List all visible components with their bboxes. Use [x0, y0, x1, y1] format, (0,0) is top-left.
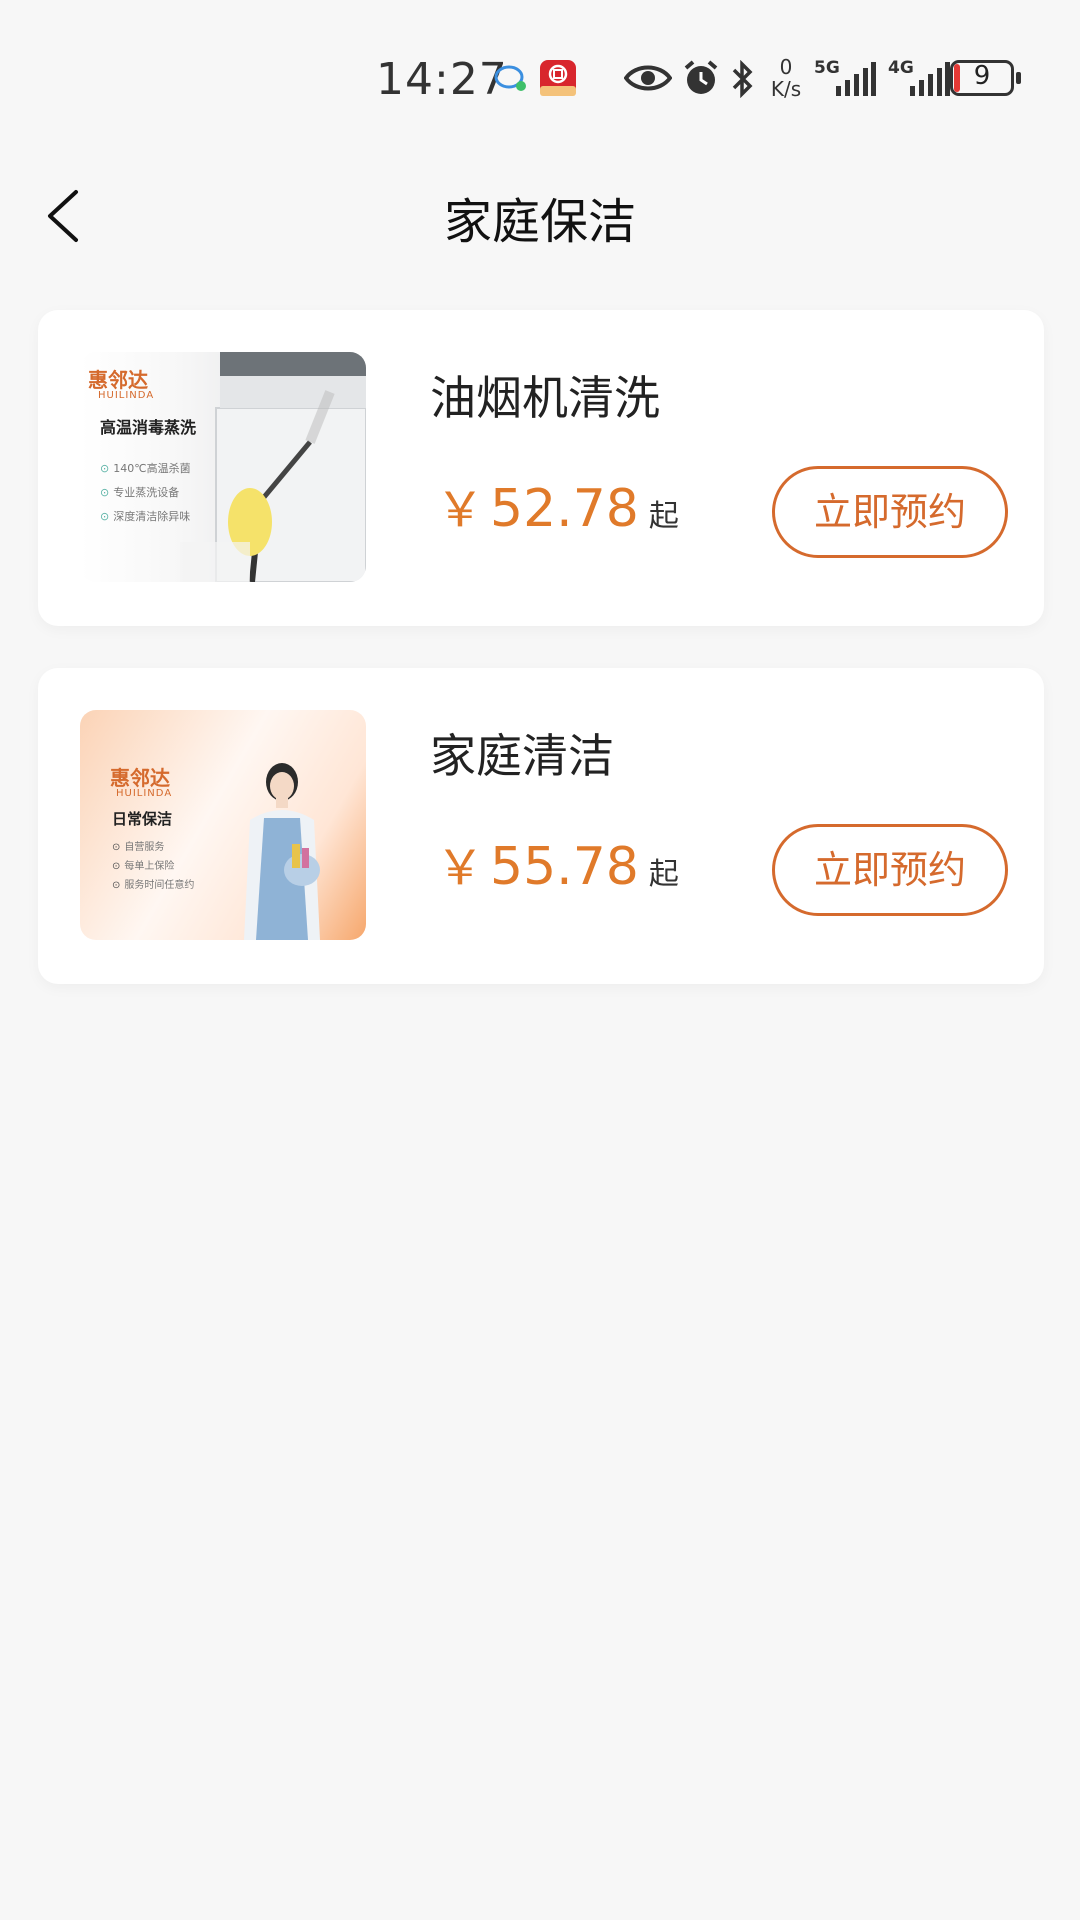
bank-app-icon	[540, 60, 576, 96]
signal-bars-icon	[836, 62, 876, 96]
service-image: 惠邻达 HUILINDA 高温消毒蒸洗 140℃高温杀菌 专业蒸洗设备 深度清洁…	[80, 352, 366, 582]
cleaner-illustration	[244, 763, 320, 940]
image-bullet: 深度清洁除异味	[100, 508, 190, 524]
page-header: 家庭保洁	[0, 160, 1080, 280]
book-now-button[interactable]: 立即预约	[772, 466, 1008, 558]
image-bullet: 自营服务	[112, 838, 164, 853]
brand-logo-en: HUILINDA	[116, 788, 173, 799]
signal-5g: 5G	[814, 58, 876, 98]
battery-icon: 9	[950, 60, 1022, 98]
service-card[interactable]: 惠邻达 HUILINDA 高温消毒蒸洗 140℃高温杀菌 专业蒸洗设备 深度清洁…	[38, 310, 1044, 626]
currency-symbol: ￥	[436, 840, 485, 896]
image-bullet: 140℃高温杀菌	[100, 460, 190, 476]
signal-bars-icon	[910, 62, 950, 96]
price-suffix: 起	[648, 857, 679, 892]
alarm-icon	[684, 60, 718, 94]
image-bullet: 服务时间任意约	[112, 876, 194, 891]
brand-logo: 惠邻达	[110, 766, 170, 790]
service-title: 家庭清洁	[430, 729, 614, 783]
service-price: ￥ 52.78 起	[436, 470, 679, 540]
status-time: 14:27	[376, 54, 508, 105]
book-now-button[interactable]: 立即预约	[772, 824, 1008, 916]
service-price: ￥ 55.78 起	[436, 828, 679, 898]
bluetooth-icon	[732, 60, 753, 98]
currency-symbol: ￥	[436, 482, 485, 538]
status-bar: 14:27 0 K/s 5G 4G 9	[0, 0, 1080, 160]
image-headline: 日常保洁	[112, 810, 173, 828]
brand-logo: 惠邻达	[88, 368, 148, 392]
chat-notification-icon	[494, 65, 526, 91]
service-title: 油烟机清洗	[430, 371, 660, 425]
service-image: 惠邻达 HUILINDA 日常保洁 自营服务 每单上保险 服务时间任意约	[80, 710, 366, 940]
service-card[interactable]: 惠邻达 HUILINDA 日常保洁 自营服务 每单上保险 服务时间任意约 家庭清…	[38, 668, 1044, 984]
page-title: 家庭保洁	[443, 194, 636, 250]
battery-level: 9	[973, 61, 991, 91]
image-bullet: 每单上保险	[112, 857, 174, 872]
net-speed-unit: K/s	[770, 77, 802, 101]
range-hood-illustration	[180, 352, 366, 582]
price-suffix: 起	[648, 499, 679, 534]
price-value: 52.78	[490, 479, 639, 539]
image-bullet: 专业蒸洗设备	[100, 484, 179, 500]
eye-icon	[624, 65, 672, 91]
signal-4g: 4G	[888, 58, 950, 98]
net-speed-value: 0	[779, 55, 793, 79]
price-value: 55.78	[490, 837, 639, 897]
net-speed: 0 K/s	[766, 56, 806, 100]
brand-logo-en: HUILINDA	[98, 390, 155, 401]
